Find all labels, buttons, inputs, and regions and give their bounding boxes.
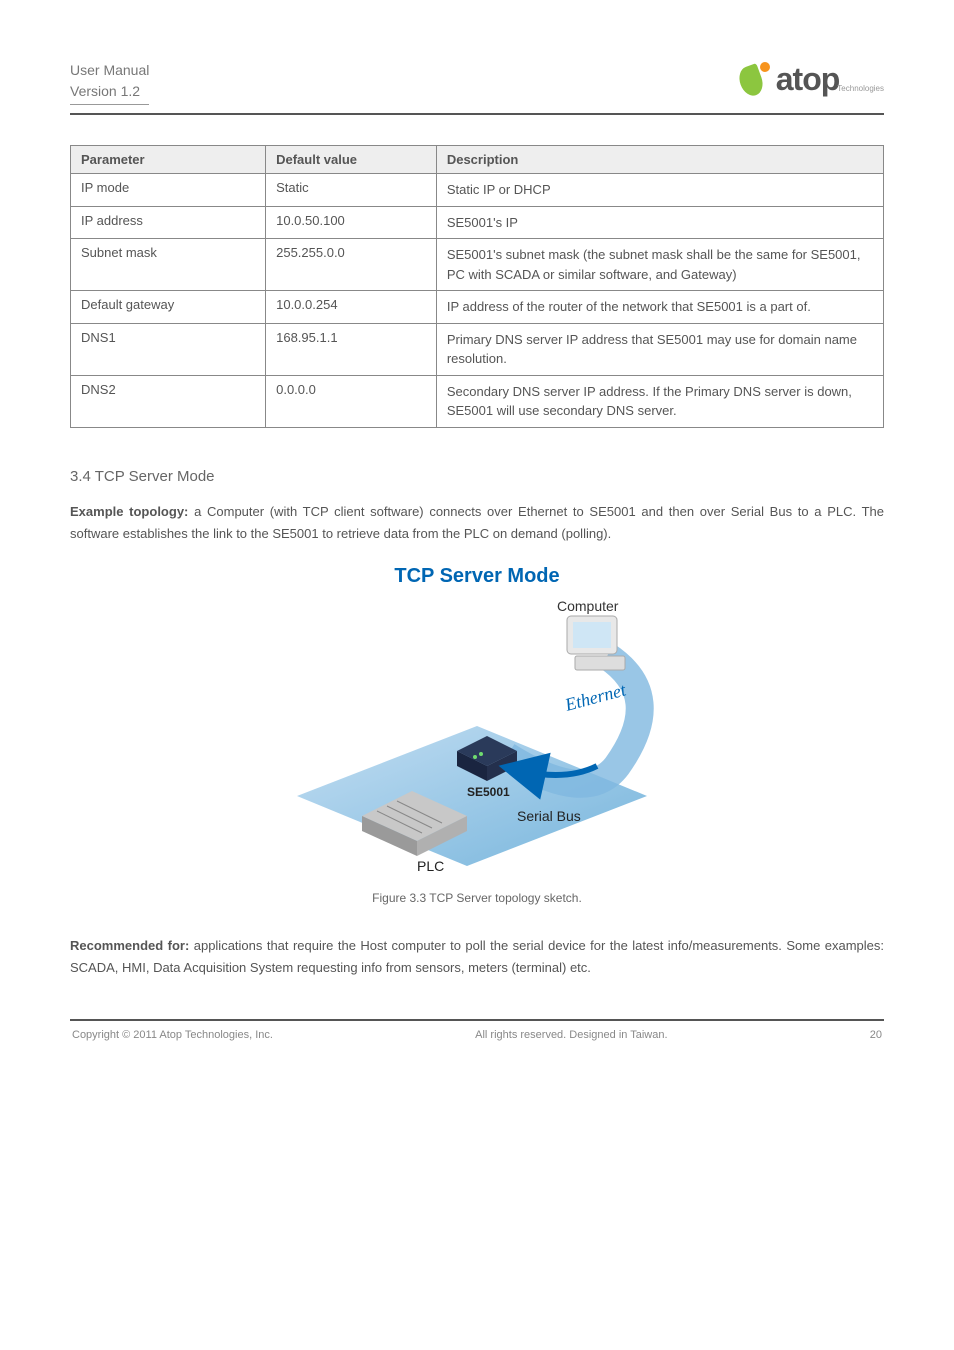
computer-icon: [567, 616, 625, 670]
divider: [70, 113, 884, 115]
ethernet-label: Ethernet: [562, 679, 629, 715]
table-row: IP address 10.0.50.100 SE5001's IP: [71, 206, 884, 239]
logo-text: atop: [776, 61, 840, 98]
diagram-title: TCP Server Mode: [70, 565, 884, 588]
cell-param: DNS2: [71, 375, 266, 427]
table-header-row: Parameter Default value Description: [71, 146, 884, 174]
table-row: Default gateway 10.0.0.254 IP address of…: [71, 291, 884, 324]
table-row: IP mode Static Static IP or DHCP: [71, 174, 884, 207]
cell-desc: Primary DNS server IP address that SE500…: [436, 323, 883, 375]
cell-param: IP address: [71, 206, 266, 239]
para-lead: Example topology:: [70, 504, 188, 519]
th-parameter: Parameter: [71, 146, 266, 174]
logo: atop Technologies: [736, 60, 884, 98]
plc-label: PLC: [417, 858, 444, 874]
para-lead: Recommended for:: [70, 938, 189, 953]
cell-default: 168.95.1.1: [266, 323, 437, 375]
table-row: DNS2 0.0.0.0 Secondary DNS server IP add…: [71, 375, 884, 427]
th-default: Default value: [266, 146, 437, 174]
cell-default: 255.255.0.0: [266, 239, 437, 291]
cell-param: DNS1: [71, 323, 266, 375]
parameters-table: Parameter Default value Description IP m…: [70, 145, 884, 428]
cell-desc: SE5001's subnet mask (the subnet mask sh…: [436, 239, 883, 291]
cell-desc: Static IP or DHCP: [436, 174, 883, 207]
logo-icon: [736, 60, 774, 98]
doc-type: User Manual: [70, 62, 149, 78]
figure-caption: Figure 3.3 TCP Server topology sketch.: [70, 891, 884, 905]
cell-desc: Secondary DNS server IP address. If the …: [436, 375, 883, 427]
cell-param: Default gateway: [71, 291, 266, 324]
paragraph: Example topology: a Computer (with TCP c…: [70, 501, 884, 545]
computer-label: Computer: [557, 598, 619, 614]
footer: Copyright © 2011 Atop Technologies, Inc.…: [70, 1029, 884, 1041]
table-row: Subnet mask 255.255.0.0 SE5001's subnet …: [71, 239, 884, 291]
divider: [70, 1019, 884, 1021]
cell-default: 0.0.0.0: [266, 375, 437, 427]
device-label: SE5001: [467, 785, 510, 799]
section-title: 3.4 TCP Server Mode: [70, 468, 884, 485]
para-text: applications that require the Host compu…: [70, 938, 884, 975]
cell-default: 10.0.50.100: [266, 206, 437, 239]
cell-default: Static: [266, 174, 437, 207]
cell-desc: IP address of the router of the network …: [436, 291, 883, 324]
page-number: 20: [870, 1029, 882, 1041]
cell-desc: SE5001's IP: [436, 206, 883, 239]
cell-param: IP mode: [71, 174, 266, 207]
footer-rights: All rights reserved. Designed in Taiwan.: [475, 1029, 667, 1041]
paragraph: Recommended for: applications that requi…: [70, 935, 884, 979]
serial-bus-label: Serial Bus: [517, 808, 581, 824]
para-text: a Computer (with TCP client software) co…: [70, 504, 884, 541]
logo-subtext: Technologies: [837, 84, 884, 93]
diagram: TCP Server Mode Ethernet: [70, 565, 884, 881]
cell-default: 10.0.0.254: [266, 291, 437, 324]
header-doc-info: User Manual Version 1.2: [70, 60, 149, 105]
doc-version: Version 1.2: [70, 83, 140, 99]
table-row: DNS1 168.95.1.1 Primary DNS server IP ad…: [71, 323, 884, 375]
cell-param: Subnet mask: [71, 239, 266, 291]
tcp-server-diagram-svg: Ethernet Computer SE5001 Serial Bus: [267, 596, 687, 876]
th-description: Description: [436, 146, 883, 174]
footer-copyright: Copyright © 2011 Atop Technologies, Inc.: [72, 1029, 273, 1041]
